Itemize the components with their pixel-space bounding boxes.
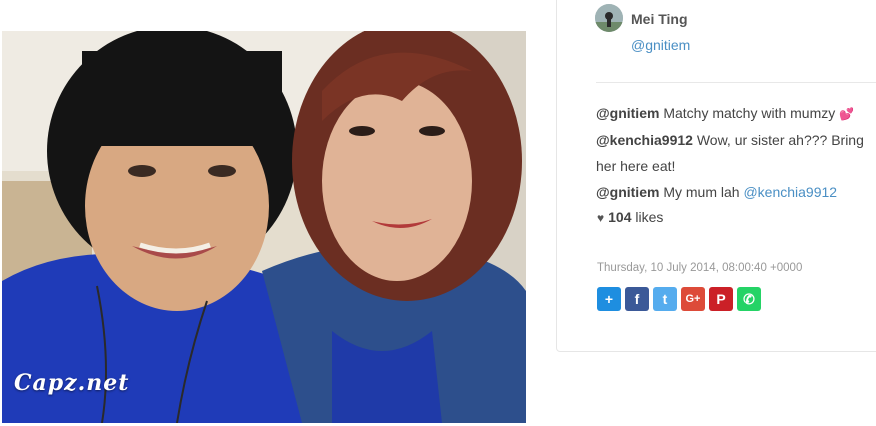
heart-icon: ♥ xyxy=(597,211,605,225)
comment-item: @gnitiem Matchy matchy with mumzy 💕 xyxy=(596,100,876,127)
post-photo[interactable]: Capz.net xyxy=(2,31,526,423)
twitter-icon[interactable]: t xyxy=(653,287,677,311)
share-buttons: + f t G+ P ✆ xyxy=(597,287,761,311)
comment-item: @kenchia9912 Wow, ur sister ah??? Bring … xyxy=(596,127,876,179)
watermark-text: Capz.net xyxy=(14,370,130,396)
google-plus-icon[interactable]: G+ xyxy=(681,287,705,311)
addthis-plus-icon[interactable]: + xyxy=(597,287,621,311)
comment-user[interactable]: @kenchia9912 xyxy=(596,132,693,148)
pinterest-icon[interactable]: P xyxy=(709,287,733,311)
likes-label: likes xyxy=(631,209,664,225)
comment-text: My mum lah xyxy=(659,184,744,200)
two-hearts-icon: 💕 xyxy=(839,107,855,121)
facebook-icon[interactable]: f xyxy=(625,287,649,311)
whatsapp-icon[interactable]: ✆ xyxy=(737,287,761,311)
divider xyxy=(596,82,876,83)
mention-link[interactable]: @kenchia9912 xyxy=(743,184,837,200)
comment-text: Matchy matchy with mumzy xyxy=(659,105,840,121)
comment-item: @gnitiem My mum lah @kenchia9912 xyxy=(596,179,876,205)
selfie-illustration xyxy=(2,31,526,423)
likes-count: 104 xyxy=(608,209,632,225)
author-handle-link[interactable]: @gnitiem xyxy=(631,37,690,53)
likes-row: ♥ 104 likes xyxy=(597,206,663,229)
author-name[interactable]: Mei Ting xyxy=(631,11,688,27)
avatar-image xyxy=(595,4,623,32)
post-timestamp: Thursday, 10 July 2014, 08:00:40 +0000 xyxy=(597,262,803,274)
comments-list: @gnitiem Matchy matchy with mumzy 💕 @ken… xyxy=(596,100,876,205)
comment-user[interactable]: @gnitiem xyxy=(596,184,659,200)
comment-user[interactable]: @gnitiem xyxy=(596,105,659,121)
avatar[interactable] xyxy=(595,4,623,32)
